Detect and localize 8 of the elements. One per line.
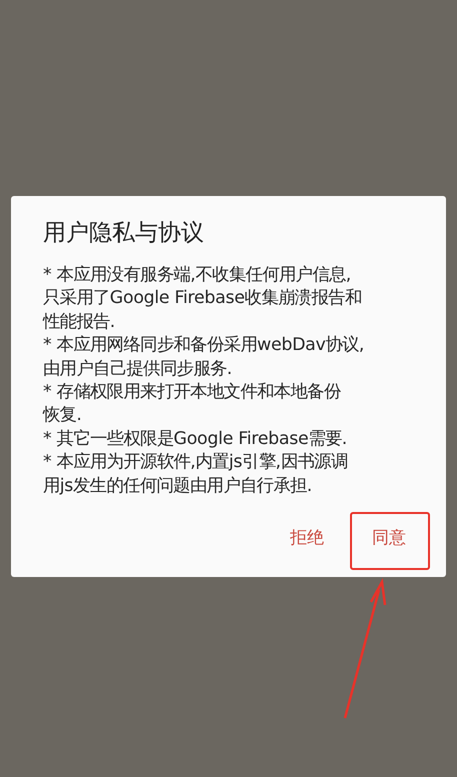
- agreement-text: * 本应用网络同步和备份采用webDav协议, 由用户自己提供同步服务.: [43, 334, 366, 381]
- agreement-text: * 存储权限用来打开本地文件和本地备份 恢复.: [43, 381, 342, 428]
- decline-button[interactable]: 拒绝: [288, 526, 326, 550]
- agree-button[interactable]: 同意: [370, 526, 408, 550]
- agreement-text: * 其它一些权限是Google Firebase需要.: [43, 428, 348, 451]
- agreement-text: * 本应用为开源软件,内置js引擎,因书源调 用js发生的任何问题由用户自行承担.: [43, 451, 349, 498]
- agreement-text: * 本应用没有服务端,不收集任何用户信息, 只采用了Google Firebase收集崩溃报告和 性能报告.: [43, 264, 363, 334]
- dialog-title: 用户隐私与协议: [43, 219, 205, 248]
